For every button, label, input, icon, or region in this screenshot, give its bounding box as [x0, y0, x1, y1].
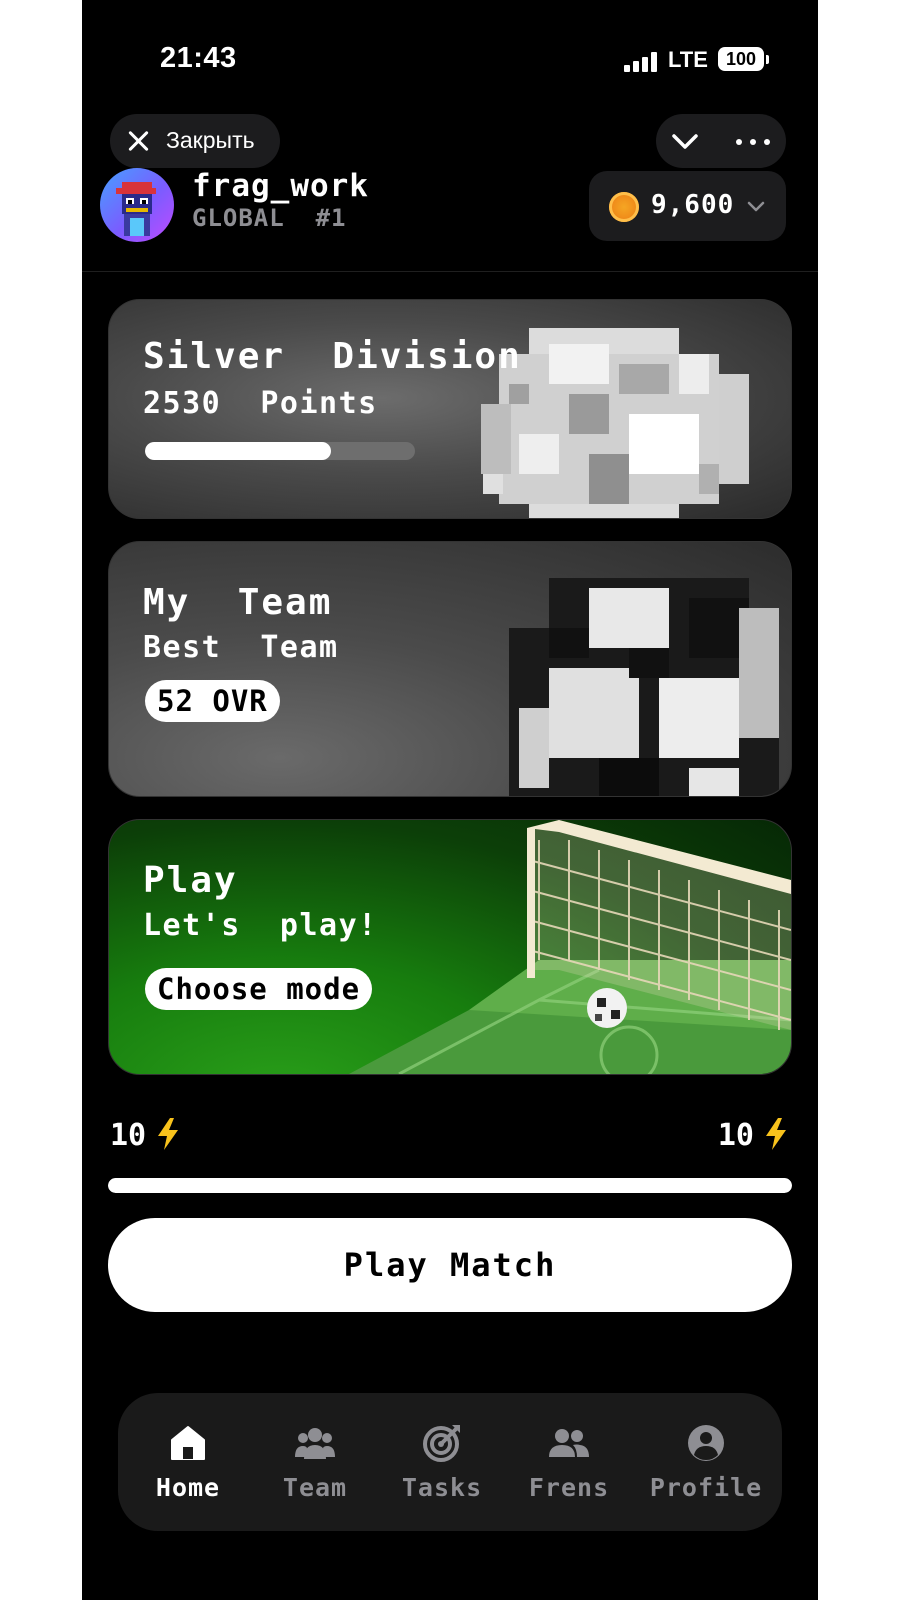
battery-nub — [766, 55, 769, 64]
team-name: Best Team — [143, 630, 339, 665]
tasks-icon — [423, 1425, 460, 1462]
coin-balance[interactable]: 9,600 — [589, 171, 786, 241]
play-subtitle: Let's play! — [143, 908, 378, 943]
nav-label-profile: Profile — [649, 1473, 763, 1502]
coin-icon — [609, 192, 639, 222]
nav-label-home: Home — [155, 1473, 221, 1502]
chevron-down-icon — [747, 201, 765, 212]
choose-mode-button[interactable]: Choose mode — [145, 968, 373, 1010]
team-icon — [295, 1428, 335, 1459]
nav-item-frens[interactable]: Frens — [509, 1393, 629, 1531]
avatar[interactable] — [100, 168, 174, 242]
header-divider — [82, 271, 818, 272]
energy-current: 10 — [110, 1118, 180, 1153]
nav-item-tasks[interactable]: Tasks — [382, 1393, 502, 1531]
coin-value: 9,600 — [651, 190, 735, 220]
more-icon[interactable] — [736, 139, 770, 145]
play-match-button[interactable]: Play Match — [108, 1218, 792, 1312]
username: frag_work — [192, 168, 369, 204]
nav-label-frens: Frens — [528, 1473, 610, 1502]
team-card[interactable]: My Team Best Team 52 OVR — [108, 541, 792, 797]
play-card[interactable]: Play Let's play! Choose mode — [108, 819, 792, 1075]
nav-item-team[interactable]: Team — [255, 1393, 375, 1531]
division-progress-fill — [145, 442, 332, 460]
energy-bar — [108, 1178, 792, 1193]
status-bar: 21:43 LTE 100 — [82, 0, 818, 110]
frens-icon — [549, 1429, 589, 1457]
global-rank: GLOBAL #1 — [192, 204, 347, 232]
app-screen: 21:43 LTE 100 Закрыть frag_work GLOBAL #… — [82, 0, 818, 1600]
signal-icon — [624, 52, 658, 72]
soccer-ball-icon — [509, 578, 779, 796]
home-icon — [171, 1426, 205, 1460]
energy-bar-fill — [108, 1178, 792, 1193]
team-title: My Team — [143, 582, 333, 623]
network-label: LTE — [668, 47, 708, 72]
nav-item-home[interactable]: Home — [128, 1393, 248, 1531]
energy-max: 10 — [718, 1118, 788, 1153]
play-title: Play — [143, 860, 238, 901]
menu-pill — [656, 114, 786, 168]
energy-current-value: 10 — [110, 1118, 147, 1153]
pixel-character-icon — [116, 182, 156, 236]
division-progress — [145, 442, 415, 460]
chevron-down-icon[interactable] — [668, 124, 702, 158]
division-points: 2530 Points — [143, 386, 378, 421]
close-button[interactable]: Закрыть — [110, 114, 280, 168]
nav-label-tasks: Tasks — [401, 1473, 483, 1502]
nav-item-profile[interactable]: Profile — [636, 1393, 776, 1531]
profile-icon — [688, 1425, 724, 1461]
division-title: Silver Division — [143, 336, 522, 377]
lightning-icon — [766, 1118, 786, 1150]
close-label: Закрыть — [166, 127, 255, 153]
team-ovr-badge: 52 OVR — [145, 680, 280, 722]
lightning-icon — [158, 1118, 179, 1150]
close-icon — [124, 127, 152, 155]
nav-label-team: Team — [282, 1473, 348, 1502]
status-time: 21:43 — [160, 42, 237, 74]
division-card[interactable]: Silver Division 2530 Points — [108, 299, 792, 519]
bottom-nav: Home Team Tasks Frens Profile — [118, 1393, 782, 1531]
battery-icon: 100 — [718, 47, 764, 71]
energy-max-value: 10 — [717, 1118, 754, 1153]
goal-net-icon — [349, 820, 791, 1074]
